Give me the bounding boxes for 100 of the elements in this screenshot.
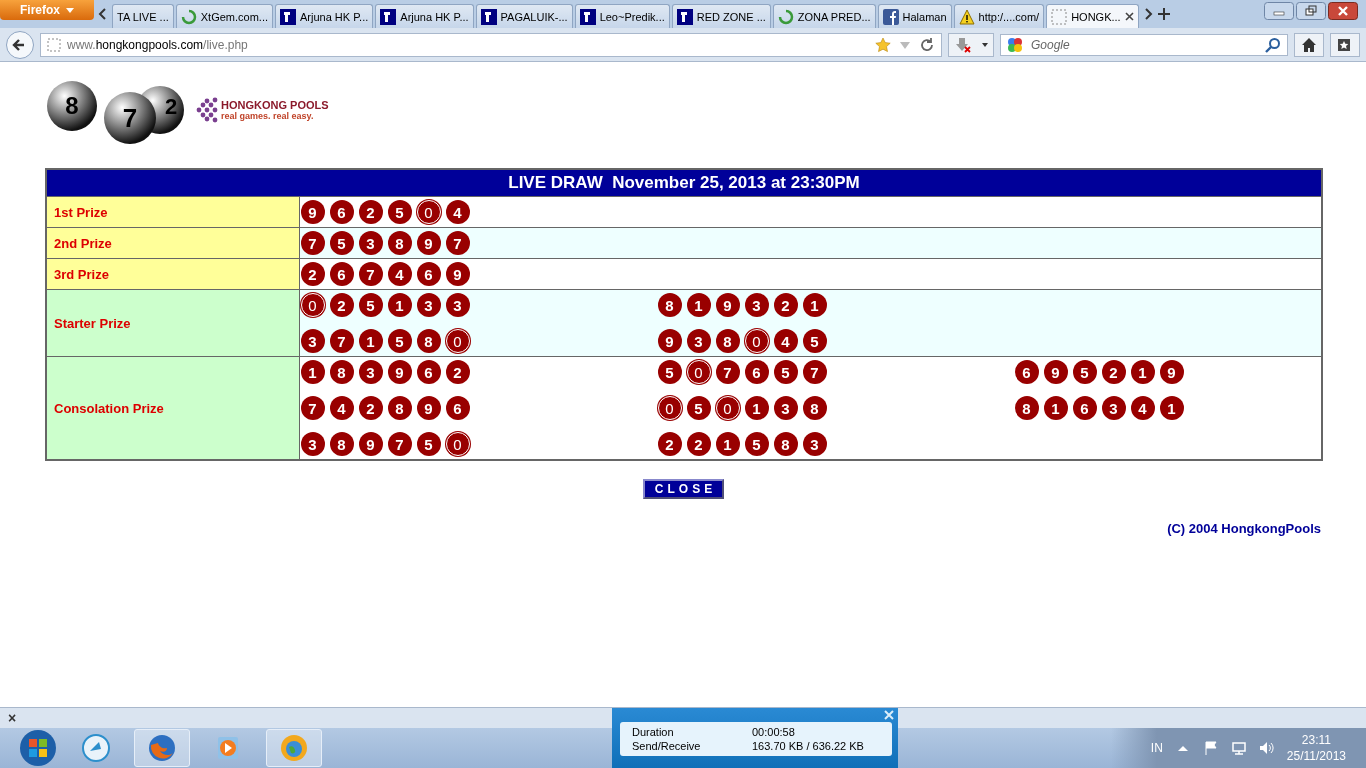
- network-icon[interactable]: [1230, 740, 1247, 756]
- caret-icon: [66, 7, 74, 13]
- reload-icon[interactable]: [919, 36, 935, 53]
- number-ball: 2: [358, 200, 383, 224]
- start-button-icon[interactable]: [18, 728, 58, 768]
- prize-label: 3rd Prize: [54, 266, 109, 282]
- number-ball: 1: [1043, 396, 1068, 420]
- number-ball: 2: [657, 432, 682, 456]
- number-ball: 0: [416, 200, 441, 224]
- copyright-text: (C) 2004 HongkongPools: [1167, 521, 1321, 536]
- number-ball: 8: [387, 231, 412, 255]
- number-ball: 1: [744, 396, 769, 420]
- number-ball: 2: [1101, 360, 1126, 384]
- flag-icon[interactable]: [1202, 740, 1219, 756]
- number-ball: 3: [1101, 396, 1126, 420]
- browser-tab[interactable]: http:/....com/: [953, 4, 1045, 28]
- browser-tab[interactable]: RED ZONE ...: [671, 4, 771, 28]
- browser-tab[interactable]: XtGem.com...: [175, 4, 273, 28]
- number-ball: 6: [1014, 360, 1039, 384]
- search-box[interactable]: Google: [1000, 33, 1288, 56]
- draw-title: LIVE DRAW November 25, 2013 at 23:30PM: [46, 169, 1322, 197]
- spinner-icon: [180, 8, 197, 25]
- number-ball: 7: [445, 231, 470, 255]
- download-icon[interactable]: [948, 32, 994, 57]
- number-ball: 3: [802, 432, 827, 456]
- number-ball: 3: [300, 432, 325, 456]
- number-ball: 4: [329, 396, 354, 420]
- restore-icon[interactable]: [1296, 2, 1326, 20]
- url-text: www.hongkongpools.com/live.php: [67, 37, 248, 52]
- browser-tab[interactable]: PAGALUIK-...: [475, 4, 573, 28]
- number-ball: 1: [715, 432, 740, 456]
- close-button[interactable]: CLOSE: [642, 479, 725, 499]
- number-ball: 8: [802, 396, 827, 420]
- number-ball: 5: [802, 329, 827, 353]
- dots-logo-icon: [195, 95, 219, 125]
- volume-icon[interactable]: [1258, 740, 1275, 756]
- number-ball: 1: [300, 360, 325, 384]
- number-ball: 0: [715, 396, 740, 420]
- star-icon[interactable]: [875, 36, 891, 53]
- bookmarks-icon[interactable]: [1330, 32, 1360, 57]
- address-bar[interactable]: www.hongkongpools.com/live.php: [40, 32, 942, 57]
- number-ball: 6: [329, 262, 354, 286]
- number-ball: 5: [744, 432, 769, 456]
- number-ball: 8: [715, 329, 740, 353]
- search-icon[interactable]: [1265, 36, 1281, 53]
- prize-label: Starter Prize: [54, 315, 131, 331]
- number-ball: 6: [416, 262, 441, 286]
- number-ball: 0: [300, 293, 325, 317]
- browser-tab[interactable]: Leo~Predik...: [574, 4, 670, 28]
- browser-tab[interactable]: Arjuna HK P...: [275, 4, 374, 28]
- close-icon[interactable]: [1124, 12, 1134, 21]
- number-ball: 8: [657, 293, 682, 317]
- number-ball: 2: [300, 262, 325, 286]
- page-icon: [47, 37, 61, 52]
- home-icon[interactable]: [1294, 32, 1324, 57]
- number-ball: 5: [657, 360, 682, 384]
- number-ball: 9: [657, 329, 682, 353]
- number-ball: 4: [1130, 396, 1155, 420]
- number-ball: 1: [1130, 360, 1155, 384]
- number-ball: 1: [387, 293, 412, 317]
- number-ball: 9: [387, 360, 412, 384]
- number-ball: 8: [329, 432, 354, 456]
- stat-value: 00:00:58: [752, 726, 796, 738]
- stat-value: 163.70 KB / 636.22 KB: [752, 740, 865, 752]
- browser-tab[interactable]: ZONA PRED...: [772, 4, 876, 28]
- browser-tab[interactable]: Halaman: [877, 4, 952, 28]
- browser-tab[interactable]: HONGK...: [1046, 4, 1139, 28]
- number-ball: 1: [358, 329, 383, 353]
- number-ball: 2: [358, 396, 383, 420]
- brand-slogan: real games. real easy.: [221, 111, 315, 121]
- number-ball: 6: [1072, 396, 1097, 420]
- brand-name: HONGKONG POOLS: [221, 99, 329, 111]
- browser-tab[interactable]: Arjuna HK P...: [375, 4, 474, 28]
- number-ball: 5: [1072, 360, 1097, 384]
- find-bar-close-button[interactable]: ×: [8, 710, 17, 726]
- number-ball: 3: [773, 396, 798, 420]
- firefox-icon[interactable]: [147, 733, 177, 763]
- number-ball: 1: [686, 293, 711, 317]
- new-tab-icon[interactable]: [1156, 7, 1171, 21]
- number-ball: 4: [445, 200, 470, 224]
- number-ball: 2: [773, 293, 798, 317]
- back-icon[interactable]: [6, 30, 34, 59]
- number-ball: 3: [358, 360, 383, 384]
- number-ball: 6: [416, 360, 441, 384]
- number-ball: 7: [387, 432, 412, 456]
- number-ball: 8: [387, 396, 412, 420]
- prize-label: Consolation Prize: [54, 400, 164, 416]
- globe-icon[interactable]: [279, 733, 309, 763]
- number-ball: 0: [686, 360, 711, 384]
- number-ball: 9: [715, 293, 740, 317]
- number-ball: 7: [300, 231, 325, 255]
- number-ball: 5: [329, 231, 354, 255]
- stat-label: Send/Receive: [632, 740, 702, 752]
- prize-label: 2nd Prize: [54, 235, 112, 251]
- google-icon: [1007, 36, 1023, 53]
- number-ball: 8: [329, 360, 354, 384]
- close-icon[interactable]: [1328, 2, 1358, 20]
- number-ball: 0: [445, 432, 470, 456]
- browser-tab[interactable]: TA LIVE ...: [112, 4, 174, 28]
- minimize-icon[interactable]: [1264, 2, 1294, 20]
